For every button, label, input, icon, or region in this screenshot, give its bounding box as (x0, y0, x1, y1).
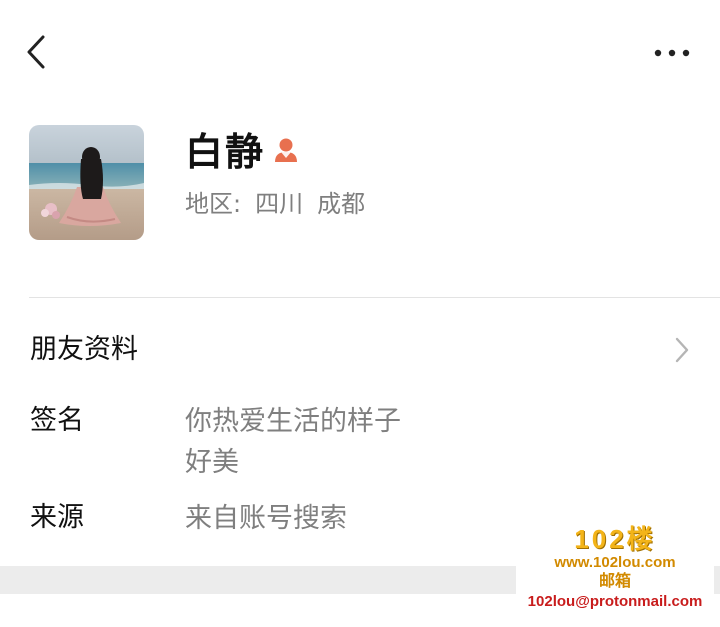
section-divider (29, 297, 720, 298)
female-user-icon (275, 138, 297, 162)
source-value: 来自账号搜索 (185, 503, 347, 534)
signature-value: 你热爱生活的样子 好美 (185, 401, 445, 483)
region-label: 地区: (185, 190, 242, 218)
region-province: 四川 (255, 190, 304, 218)
watermark-email: 102lou@protonmail.com (527, 593, 703, 610)
watermark-url: www.102lou.com (554, 554, 676, 571)
more-button[interactable] (648, 36, 696, 70)
avatar[interactable] (29, 125, 144, 240)
friend-info-row[interactable]: 朋友资料 (0, 320, 720, 380)
region-info: 地区: 四川 成都 (185, 186, 379, 222)
watermark-mail-label: 邮箱 (598, 573, 631, 590)
signature-line-2: 好美 (185, 447, 239, 478)
region-city: 成都 (317, 190, 366, 218)
friend-info-label: 朋友资料 (30, 334, 138, 365)
back-button[interactable] (18, 30, 54, 74)
contact-profile-page: 白静 地区: 四川 成都 朋友资料 签名 你热爱生活的样子 好美 来源 来自账号搜索… (0, 0, 720, 627)
chevron-left-icon (27, 35, 45, 69)
chevron-right-icon (675, 337, 689, 363)
profile-name: 白静 (185, 130, 266, 174)
signature-label: 签名 (30, 405, 84, 436)
signature-line-1: 你热爱生活的样子 (185, 406, 401, 437)
avatar-photo (29, 125, 144, 240)
watermark: 102楼 www.102lou.com 邮箱 102lou@protonmail… (516, 520, 714, 620)
source-label: 来源 (30, 502, 84, 533)
more-dots-icon (654, 49, 690, 57)
watermark-brand: 102楼 (574, 524, 656, 554)
